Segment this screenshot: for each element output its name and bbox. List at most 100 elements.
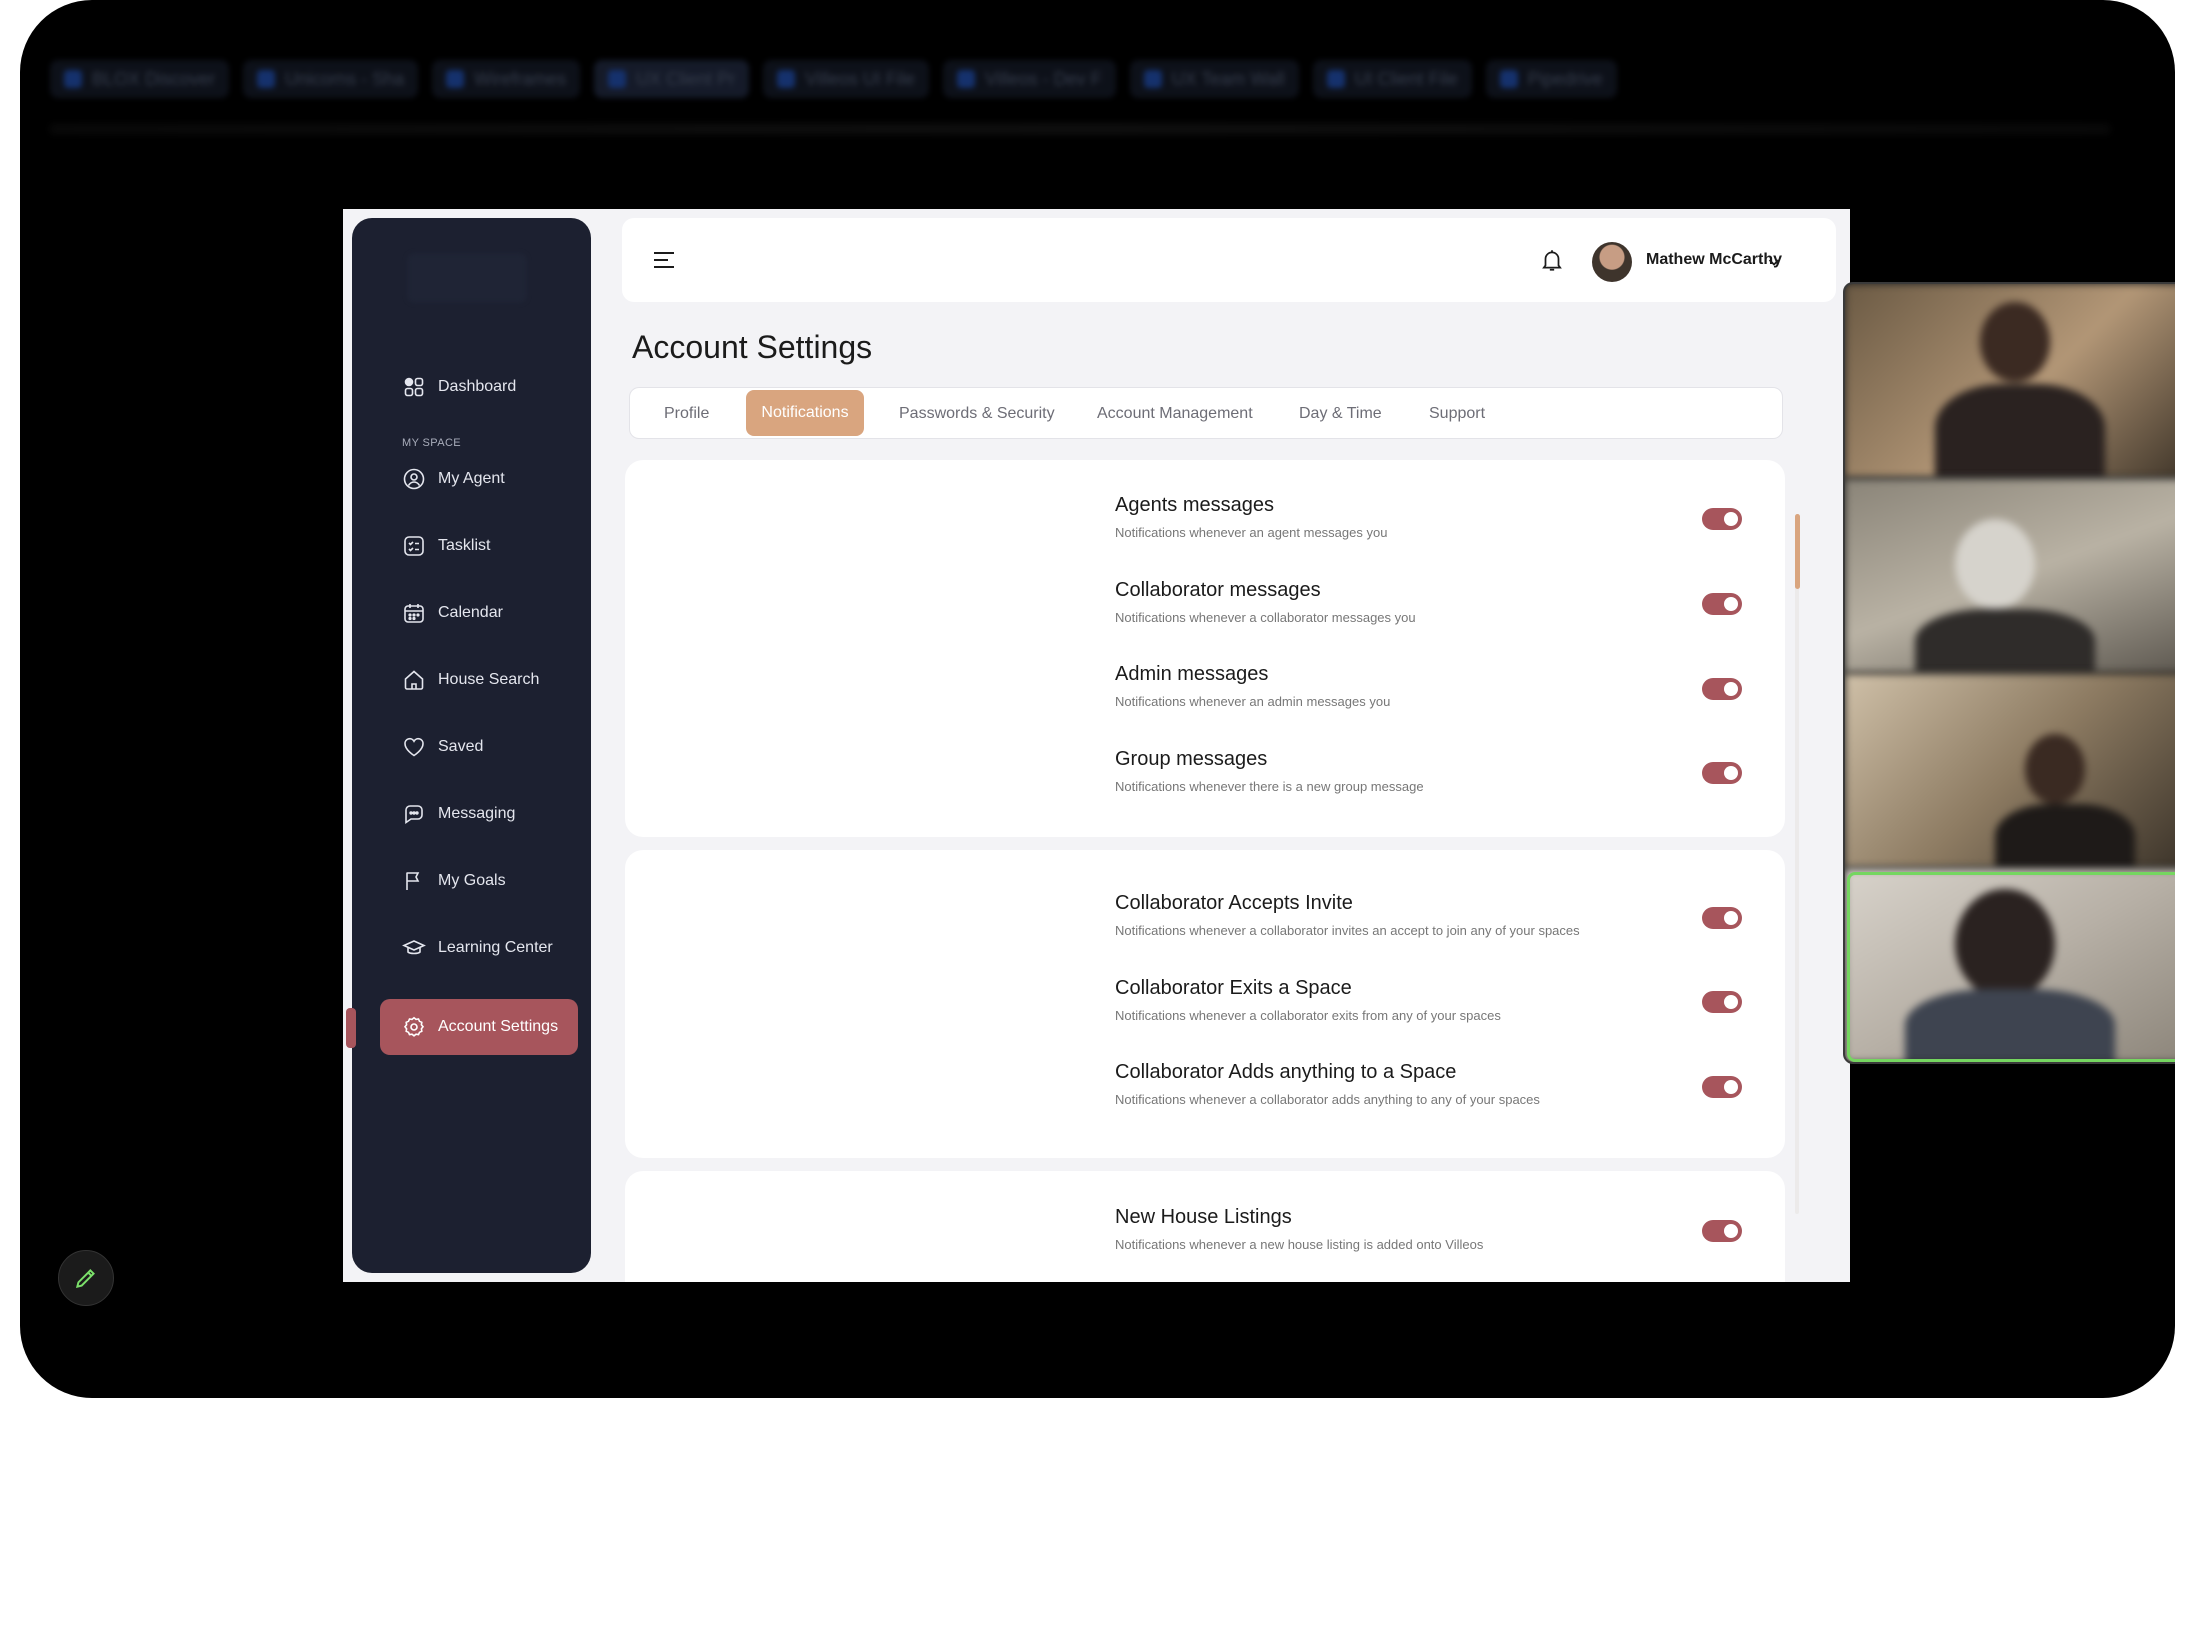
browser-tab[interactable]: Unicorns - Sha xyxy=(243,60,419,98)
notification-desc: Notifications whenever a collaborator me… xyxy=(1115,610,1416,625)
bell-icon[interactable] xyxy=(1539,247,1565,273)
browser-tab[interactable]: Wireframes xyxy=(432,60,581,98)
participant-figure xyxy=(2025,734,2085,804)
notification-title: Collaborator messages xyxy=(1115,579,1321,601)
toggle-collaborator-messages[interactable] xyxy=(1702,593,1742,615)
browser-tab-label: Unicorns - Sha xyxy=(285,68,405,89)
browser-tab-label: UX Client Pr xyxy=(636,68,736,89)
sidebar-item-my-agent[interactable]: My Agent xyxy=(402,459,505,499)
notification-desc: Notifications whenever an agent messages… xyxy=(1115,525,1388,540)
notification-row: Agents messages Notifications whenever a… xyxy=(1115,494,1755,540)
browser-tab-strip: BLOX Discover Unicorns - Sha Wireframes … xyxy=(20,48,2175,110)
house-icon xyxy=(404,670,424,690)
tab-passwords-security[interactable]: Passwords & Security xyxy=(899,388,1055,440)
sidebar-item-my-goals[interactable]: My Goals xyxy=(402,861,506,901)
heart-icon xyxy=(404,737,424,757)
participant-figure xyxy=(1995,804,2135,867)
toggle-new-house-listings[interactable] xyxy=(1702,1220,1742,1242)
annotate-button[interactable] xyxy=(58,1250,114,1306)
shared-screen: Dashboard MY SPACE My Agent Tasklist Cal… xyxy=(343,209,1850,1282)
notification-desc: Notifications whenever a collaborator ex… xyxy=(1115,1008,1501,1023)
browser-tab[interactable]: UX Team Wall xyxy=(1129,60,1299,98)
browser-tab[interactable]: UI Client File xyxy=(1312,60,1472,98)
tab-notifications[interactable]: Notifications xyxy=(746,390,864,436)
notification-title: Collaborator Accepts Invite xyxy=(1115,892,1353,914)
sidebar-item-house-search[interactable]: House Search xyxy=(402,660,539,700)
toggle-collaborator-exits-space[interactable] xyxy=(1702,991,1742,1013)
sidebar-item-saved[interactable]: Saved xyxy=(402,727,483,767)
video-tile[interactable] xyxy=(1845,674,2175,867)
notification-title: Group messages xyxy=(1115,748,1268,770)
participant-figure xyxy=(1955,519,2035,609)
sidebar-item-account-settings[interactable]: Account Settings xyxy=(380,999,578,1055)
sidebar-section-label: MY SPACE xyxy=(402,437,462,449)
notification-title: Agents messages xyxy=(1115,494,1274,516)
sidebar-item-dashboard[interactable]: Dashboard xyxy=(402,367,516,407)
notification-title: New House Listings xyxy=(1115,1206,1292,1228)
page-title: Account Settings xyxy=(632,329,873,365)
agent-icon xyxy=(403,468,425,490)
browser-tab[interactable]: Villeos UI File xyxy=(763,60,929,98)
chevron-down-icon[interactable] xyxy=(1766,254,1782,270)
favicon-icon xyxy=(777,70,796,88)
user-name[interactable]: Mathew McCarthy xyxy=(1646,251,1782,269)
browser-tab-label: Pipedrive xyxy=(1527,68,1603,89)
sidebar-item-label: Calendar xyxy=(438,604,503,621)
toggle-agents-messages[interactable] xyxy=(1702,508,1742,530)
notification-desc: Notifications whenever an admin messages… xyxy=(1115,694,1391,709)
notification-title: Admin messages xyxy=(1115,663,1269,685)
favicon-icon xyxy=(1499,70,1518,88)
browser-tab[interactable]: Villeos - Dev F xyxy=(942,60,1116,98)
toggle-collaborator-accepts-invite[interactable] xyxy=(1702,907,1742,929)
messaging-icon xyxy=(405,805,423,825)
sidebar-item-label: Account Settings xyxy=(438,1018,559,1035)
toggle-collaborator-adds-anything[interactable] xyxy=(1702,1076,1742,1098)
notification-card-messages: Agents messages Notifications whenever a… xyxy=(625,460,1785,837)
scrollbar-track[interactable] xyxy=(1795,514,1799,1214)
dashboard-icon xyxy=(404,377,424,397)
tab-profile[interactable]: Profile xyxy=(664,388,709,440)
toggle-group-messages[interactable] xyxy=(1702,762,1742,784)
notification-desc: Notifications whenever a collaborator ad… xyxy=(1115,1092,1540,1107)
favicon-icon xyxy=(1143,70,1162,88)
tasklist-icon xyxy=(404,536,424,556)
browser-tab[interactable]: BLOX Discover xyxy=(50,60,230,98)
sidebar-item-tasklist[interactable]: Tasklist xyxy=(402,526,490,566)
notification-row: Collaborator Exits a Space Notifications… xyxy=(1115,977,1755,1023)
sidebar-item-label: My Agent xyxy=(438,470,505,487)
notification-desc: Notifications whenever a new house listi… xyxy=(1115,1237,1484,1252)
video-tile[interactable] xyxy=(1845,284,2175,477)
notification-title: Collaborator Adds anything to a Space xyxy=(1115,1061,1457,1083)
active-marker xyxy=(346,1008,356,1048)
browser-tab[interactable]: Pipedrive xyxy=(1485,60,1617,98)
notification-card-listings: New House Listings Notifications wheneve… xyxy=(625,1171,1785,1282)
participant-figure xyxy=(1980,302,2050,382)
browser-tab-active[interactable]: UX Client Pr xyxy=(594,60,750,98)
notification-card-collaborators: Collaborator Accepts Invite Notification… xyxy=(625,850,1785,1158)
sidebar-item-label: Messaging xyxy=(438,805,516,822)
sidebar-item-label: Dashboard xyxy=(438,378,517,395)
favicon-icon xyxy=(446,70,465,88)
flag-icon xyxy=(406,872,420,890)
toggle-admin-messages[interactable] xyxy=(1702,678,1742,700)
scrollbar-thumb[interactable] xyxy=(1795,514,1800,589)
sidebar-item-label: My Goals xyxy=(438,872,506,889)
sidebar-item-learning-center[interactable]: Learning Center xyxy=(402,928,553,968)
favicon-icon xyxy=(64,70,82,88)
sidebar-item-label: Tasklist xyxy=(438,537,491,554)
sidebar-item-label: Learning Center xyxy=(438,939,553,956)
browser-tab-label: Villeos - Dev F xyxy=(984,68,1102,89)
tab-account-management[interactable]: Account Management xyxy=(1097,388,1253,440)
learning-icon xyxy=(402,940,426,955)
sidebar-item-label: House Search xyxy=(438,671,540,688)
video-tile[interactable] xyxy=(1845,479,2175,672)
sidebar-item-messaging[interactable]: Messaging xyxy=(402,794,515,834)
avatar[interactable] xyxy=(1592,242,1632,282)
sidebar-item-label: Saved xyxy=(438,738,484,755)
top-bar: Mathew McCarthy xyxy=(622,218,1836,302)
sidebar-item-calendar[interactable]: Calendar xyxy=(402,593,503,633)
hamburger-icon[interactable] xyxy=(652,250,676,270)
notification-row: Collaborator messages Notifications when… xyxy=(1115,579,1755,625)
tab-day-time[interactable]: Day & Time xyxy=(1299,388,1382,440)
tab-support[interactable]: Support xyxy=(1429,388,1485,440)
